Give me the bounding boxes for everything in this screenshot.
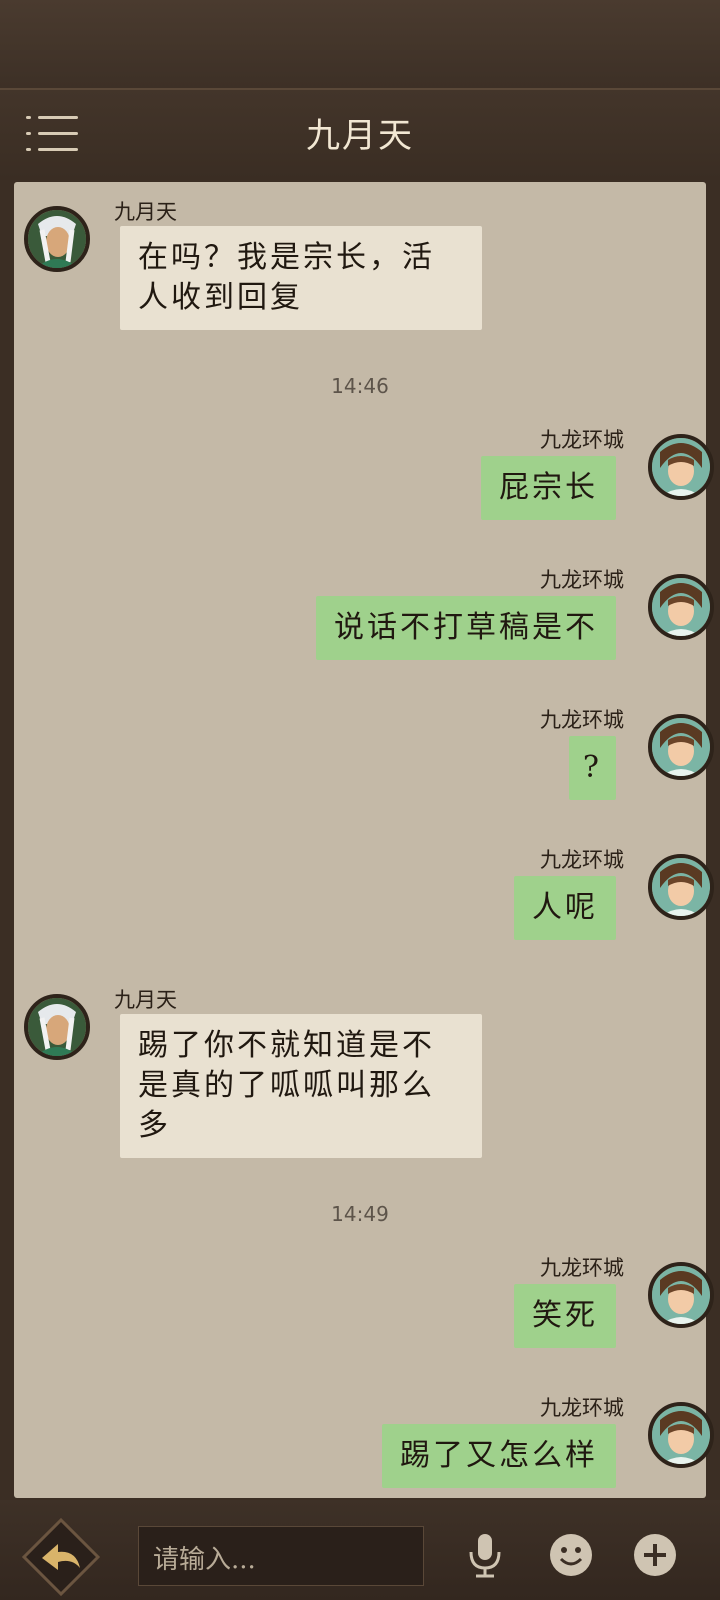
timestamp: 14:49 [331, 1202, 389, 1226]
sender-name: 九龙环城 [540, 428, 624, 452]
message-input[interactable]: 请输入... [138, 1526, 424, 1586]
message-bubble[interactable]: 说话不打草稿是不 [316, 596, 616, 660]
sender-name: 九龙环城 [540, 1396, 624, 1420]
back-arrow-icon[interactable] [22, 1518, 100, 1596]
status-area [0, 0, 720, 90]
avatar-jiulonghuancheng[interactable] [648, 714, 714, 780]
sender-name: 九龙环城 [540, 848, 624, 872]
microphone-icon[interactable] [458, 1528, 512, 1582]
avatar-jiulonghuancheng[interactable] [648, 1402, 714, 1468]
message-bubble[interactable]: ? [568, 736, 616, 800]
avatar-jiulonghuancheng[interactable] [648, 434, 714, 500]
message-bubble[interactable]: 踢了又怎么样 [382, 1424, 616, 1488]
sender-name: 九龙环城 [540, 568, 624, 592]
avatar-jiulonghuancheng[interactable] [648, 574, 714, 640]
timestamp: 14:46 [331, 374, 389, 398]
avatar-jiulonghuancheng[interactable] [648, 1262, 714, 1328]
sender-name: 九月天 [114, 988, 177, 1012]
avatar-jiuyuetian[interactable] [24, 206, 90, 272]
avatar-jiuyuetian[interactable] [24, 994, 90, 1060]
plus-icon[interactable] [628, 1528, 682, 1582]
chat-title: 九月天 [306, 116, 414, 156]
message-bubble[interactable]: 踢了你不就知道是不是真的了呱呱叫那么多 [120, 1014, 482, 1158]
message-bubble[interactable]: 人呢 [514, 876, 616, 940]
message-bubble[interactable]: 在吗？我是宗长，活人收到回复 [120, 226, 482, 330]
message-bubble[interactable]: 屁宗长 [481, 456, 616, 520]
sender-name: 九龙环城 [540, 708, 624, 732]
message-bubble[interactable]: 笑死 [514, 1284, 616, 1348]
sender-name: 九龙环城 [540, 1256, 624, 1280]
sender-name: 九月天 [114, 200, 177, 224]
avatar-jiulonghuancheng[interactable] [648, 854, 714, 920]
smiley-icon[interactable] [544, 1528, 598, 1582]
